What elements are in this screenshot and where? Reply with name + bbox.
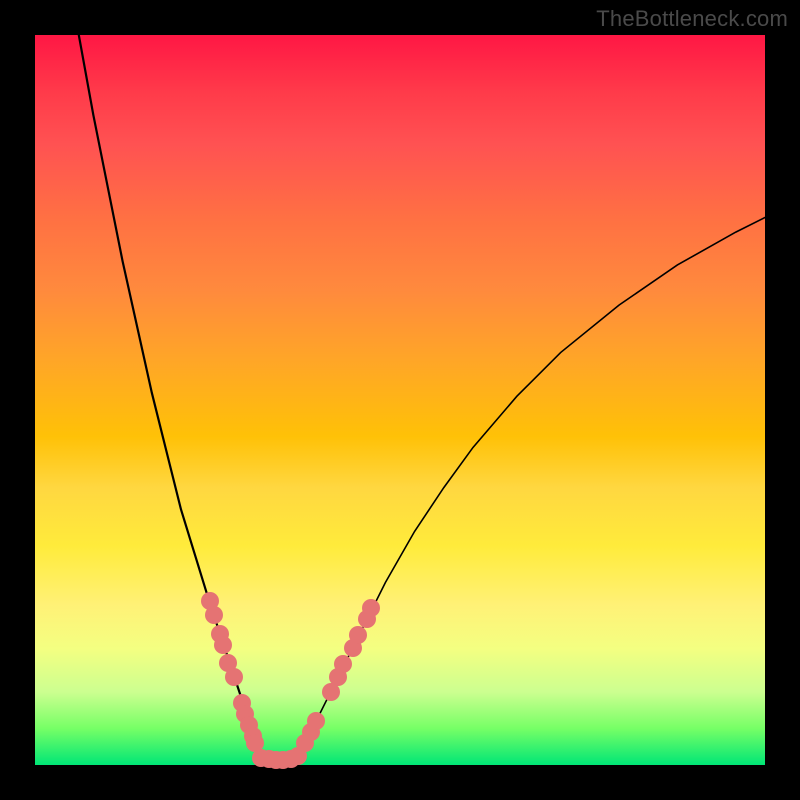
marker-left-upper-cluster [205, 606, 223, 624]
marker-left-upper-cluster [214, 636, 232, 654]
plot-area [35, 35, 765, 765]
chart-stage: TheBottleneck.com [0, 0, 800, 800]
marker-left-upper-cluster [225, 668, 243, 686]
curve-right-branch [298, 218, 765, 758]
curve-svg [35, 35, 765, 765]
watermark-text: TheBottleneck.com [596, 6, 788, 32]
marker-right-upper-cluster [362, 599, 380, 617]
marker-right-lower-cluster [307, 712, 325, 730]
marker-right-upper-cluster [334, 655, 352, 673]
marker-right-upper-cluster [349, 626, 367, 644]
curve-left-branch [79, 35, 261, 758]
